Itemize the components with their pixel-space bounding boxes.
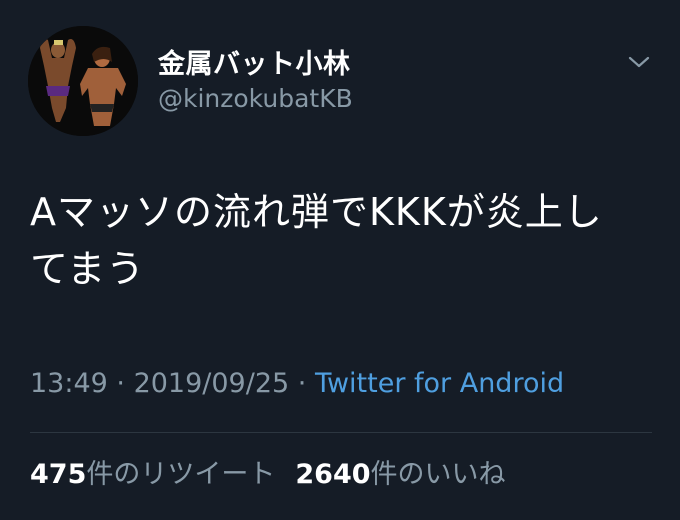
tweet-time[interactable]: 13:49 — [30, 368, 108, 399]
meta-separator: · — [289, 368, 315, 399]
retweets-stat[interactable]: 475件のリツイート — [30, 459, 275, 490]
tweet-card: 金属バット小林 @kinzokubatKB Aマッソの流れ弾でKKKが炎上し て… — [0, 0, 680, 520]
display-name[interactable]: 金属バット小林 — [158, 42, 351, 81]
tweet-meta: 13:49 · 2019/09/25 · Twitter for Android — [30, 368, 564, 399]
avatar[interactable] — [28, 26, 138, 136]
tweet-source-link[interactable]: Twitter for Android — [315, 368, 564, 399]
user-handle[interactable]: @kinzokubatKB — [158, 84, 353, 113]
likes-stat[interactable]: 2640件のいいね — [295, 459, 505, 490]
chevron-down-icon[interactable] — [626, 52, 652, 72]
retweets-count: 475 — [30, 459, 87, 490]
avatar-image — [28, 26, 138, 136]
likes-label: 件のいいね — [370, 459, 506, 490]
divider — [30, 432, 652, 433]
retweets-label: 件のリツイート — [86, 459, 276, 490]
meta-separator: · — [107, 368, 134, 399]
likes-count: 2640 — [295, 459, 371, 490]
tweet-date[interactable]: 2019/09/25 — [134, 368, 290, 399]
tweet-text: Aマッソの流れ弾でKKKが炎上し てまう — [30, 190, 603, 291]
tweet-stats: 475件のリツイート 2640件のいいね — [30, 452, 506, 491]
